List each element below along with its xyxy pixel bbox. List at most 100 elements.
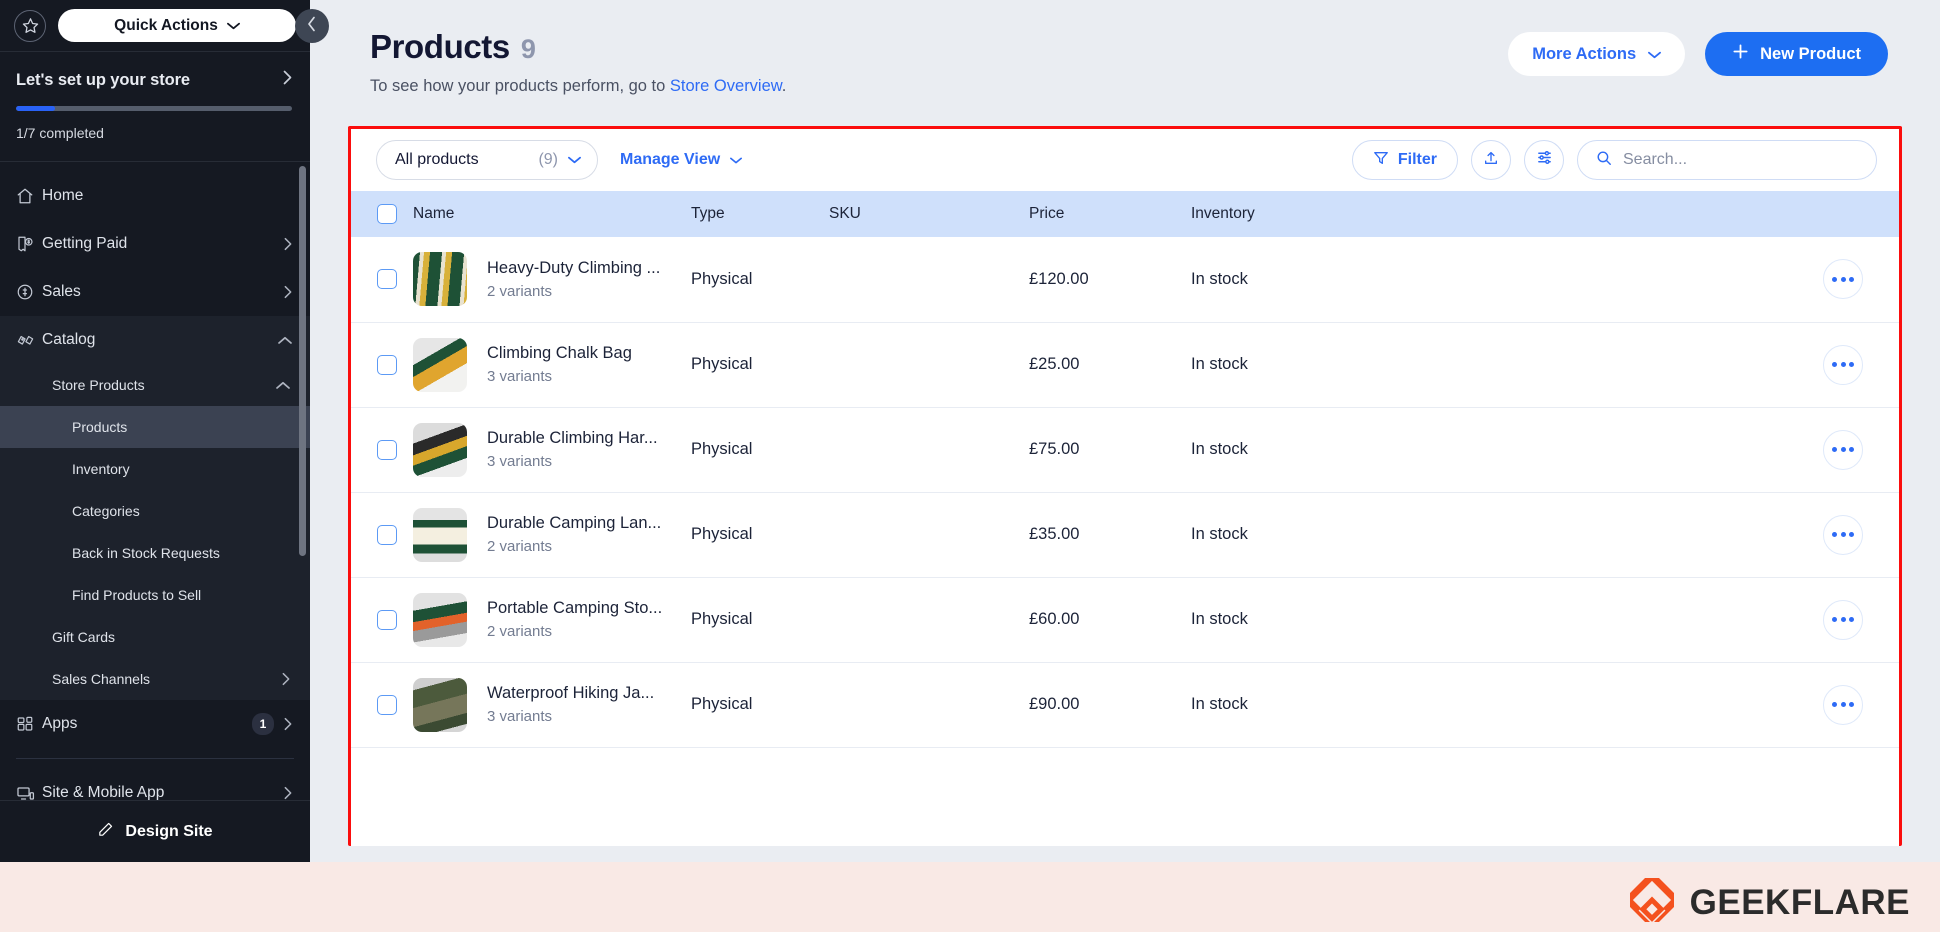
product-variants: 3 variants: [487, 453, 553, 470]
setup-progress-text: 1/7 completed: [16, 125, 104, 141]
sidebar-item-label: Sales: [42, 283, 81, 300]
chevron-right-icon: [283, 70, 292, 90]
chevron-down-icon: [1648, 45, 1662, 64]
products-toolbar: All products (9) Manage View Filter Sear…: [351, 129, 1899, 191]
setup-progress-bar: [16, 106, 292, 111]
sidebar-item-catalog[interactable]: Catalog: [0, 316, 310, 364]
design-site-button[interactable]: Design Site: [0, 800, 310, 862]
product-inventory: In stock: [1191, 322, 1491, 408]
column-header-actions: [1491, 191, 1899, 237]
search-input[interactable]: [1623, 151, 1858, 169]
sidebar-item-sales[interactable]: Sales: [0, 268, 310, 316]
row-actions-button[interactable]: [1823, 259, 1863, 300]
product-type: Physical: [691, 662, 829, 748]
product-price: £75.00: [1029, 407, 1191, 493]
column-header-inventory[interactable]: Inventory: [1191, 191, 1491, 237]
row-select-cell: [351, 237, 413, 323]
product-inventory: In stock: [1191, 577, 1491, 663]
receipt-dollar-icon: [16, 235, 42, 253]
hiking-jacket-thumbnail: [413, 677, 467, 732]
view-select-count: (9): [538, 151, 558, 168]
product-sku: [829, 322, 1029, 408]
view-select-label: All products: [395, 151, 479, 168]
sidebar-item-getting-paid[interactable]: Getting Paid: [0, 220, 310, 268]
quick-actions-button[interactable]: Quick Actions: [58, 9, 296, 42]
manage-view-button[interactable]: Manage View: [620, 151, 743, 169]
sidebar-nav-scroll: Home Getting Paid Sales Catalog Store Pr…: [0, 162, 310, 800]
sidebar-item-back-in-stock-requests[interactable]: Back in Stock Requests: [0, 532, 310, 574]
sidebar-item-inventory[interactable]: Inventory: [0, 448, 310, 490]
star-icon[interactable]: [14, 9, 46, 42]
store-setup-link[interactable]: Let's set up your store: [16, 70, 292, 90]
chevron-down-icon: [568, 151, 581, 169]
sidebar-item-store-products[interactable]: Store Products: [0, 364, 310, 406]
chevron-right-icon: [282, 672, 310, 686]
sidebar-item-categories[interactable]: Categories: [0, 490, 310, 532]
column-header-sku[interactable]: SKU: [829, 191, 1029, 237]
row-checkbox[interactable]: [377, 269, 397, 290]
row-checkbox[interactable]: [377, 609, 397, 630]
plus-icon: [1732, 43, 1749, 65]
new-product-button[interactable]: New Product: [1705, 32, 1888, 76]
row-actions-button[interactable]: [1823, 599, 1863, 640]
sidebar-item-label: Products: [72, 419, 128, 435]
sidebar-item-label: Categories: [72, 503, 140, 519]
product-price: £35.00: [1029, 492, 1191, 578]
table-row[interactable]: Durable Climbing Har... 3 variants Physi…: [351, 407, 1899, 493]
product-type: Physical: [691, 577, 829, 663]
row-checkbox[interactable]: [377, 694, 397, 715]
select-all-checkbox[interactable]: [377, 204, 397, 224]
export-button[interactable]: [1471, 140, 1511, 180]
sidebar-item-home[interactable]: Home: [0, 172, 310, 220]
apps-grid-icon: [16, 715, 42, 733]
filter-label: Filter: [1397, 151, 1437, 168]
sidebar-item-find-products-to-sell[interactable]: Find Products to Sell: [0, 574, 310, 616]
view-select[interactable]: All products (9): [376, 140, 598, 180]
sidebar-item-site-mobile-app[interactable]: Site & Mobile App: [0, 769, 310, 800]
table-row[interactable]: Durable Camping Lan... 2 variants Physic…: [351, 492, 1899, 578]
table-settings-button[interactable]: [1524, 140, 1564, 180]
row-actions-button[interactable]: [1823, 344, 1863, 385]
chevron-right-icon: [284, 237, 292, 251]
manage-view-label: Manage View: [620, 151, 721, 168]
product-type: Physical: [691, 322, 829, 408]
more-actions-button[interactable]: More Actions: [1508, 32, 1686, 76]
search-box[interactable]: [1577, 140, 1877, 180]
sidebar-item-products[interactable]: Products: [0, 406, 310, 448]
table-row[interactable]: Portable Camping Sto... 2 variants Physi…: [351, 577, 1899, 663]
column-header-type[interactable]: Type: [691, 191, 829, 237]
sidebar-item-apps[interactable]: Apps 1: [0, 700, 310, 748]
sidebar-item-label: Find Products to Sell: [72, 587, 202, 603]
page-header-text: Products 9 To see how your products perf…: [370, 28, 786, 96]
column-header-name[interactable]: Name: [413, 191, 691, 237]
climbing-rope-thumbnail: [413, 252, 467, 307]
row-actions-button[interactable]: [1823, 429, 1863, 470]
sidebar-scrollbar-thumb[interactable]: [299, 166, 306, 556]
row-checkbox[interactable]: [377, 439, 397, 460]
camping-stove-thumbnail: [413, 592, 467, 647]
geekflare-watermark: GEEKFLARE: [1622, 871, 1910, 929]
row-checkbox[interactable]: [377, 524, 397, 545]
sidebar: Quick Actions Let's set up your store 1/…: [0, 0, 310, 862]
store-overview-link[interactable]: Store Overview: [670, 77, 782, 95]
climbing-harness-thumbnail: [413, 422, 467, 477]
filter-button[interactable]: Filter: [1351, 140, 1458, 180]
product-name-cell: Climbing Chalk Bag 3 variants: [413, 322, 691, 408]
sidebar-item-sales-channels[interactable]: Sales Channels: [0, 658, 310, 700]
sidebar-collapse-button[interactable]: [295, 9, 329, 43]
table-row[interactable]: Heavy-Duty Climbing ... 2 variants Physi…: [351, 237, 1899, 323]
table-row[interactable]: Waterproof Hiking Ja... 3 variants Physi…: [351, 662, 1899, 748]
row-actions-button[interactable]: [1823, 514, 1863, 555]
store-setup-title: Let's set up your store: [16, 70, 190, 89]
product-inventory: In stock: [1191, 492, 1491, 578]
sidebar-item-label: Apps: [42, 715, 78, 732]
row-checkbox[interactable]: [377, 354, 397, 375]
sidebar-item-gift-cards[interactable]: Gift Cards: [0, 616, 310, 658]
column-header-price[interactable]: Price: [1029, 191, 1191, 237]
chevron-right-icon: [284, 285, 292, 299]
product-name-cell: Heavy-Duty Climbing ... 2 variants: [413, 237, 691, 323]
row-actions-cell: [1491, 407, 1899, 493]
row-select-cell: [351, 407, 413, 493]
table-row[interactable]: Climbing Chalk Bag 3 variants Physical £…: [351, 322, 1899, 408]
row-actions-button[interactable]: [1823, 684, 1863, 725]
